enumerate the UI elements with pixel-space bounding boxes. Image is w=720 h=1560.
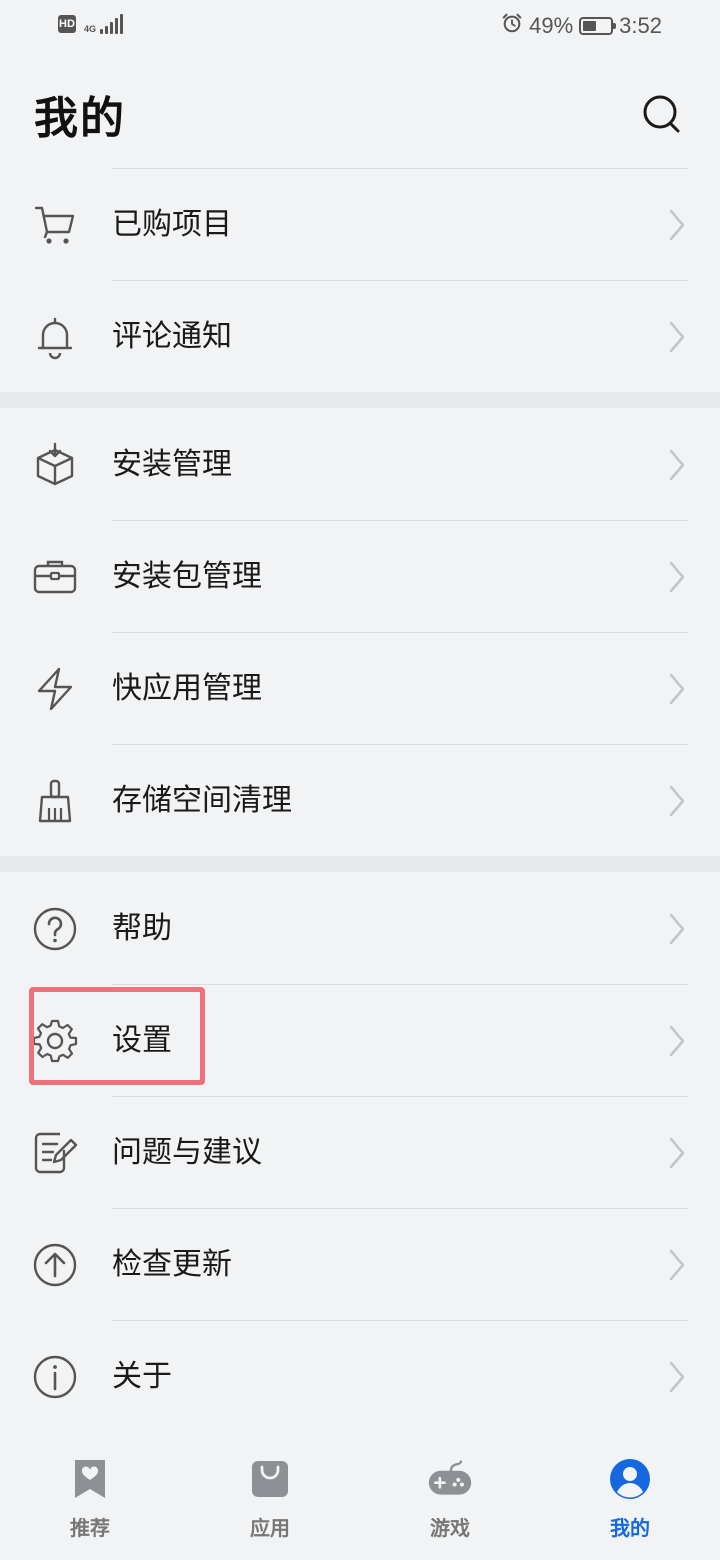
cart-icon <box>32 202 78 248</box>
menu-item-label: 帮助 <box>112 911 172 946</box>
battery-level-fill <box>583 21 597 31</box>
menu-item-label: 存储空间清理 <box>112 783 292 818</box>
menu-item-comment-notice[interactable]: 评论通知 <box>0 280 720 392</box>
shopping-bag-icon <box>247 1456 293 1502</box>
menu-item-about[interactable]: 关于 <box>0 1320 720 1432</box>
signal-indicator: 4G <box>84 14 124 34</box>
briefcase-icon <box>32 554 78 600</box>
divider <box>112 984 688 985</box>
chevron-right-icon <box>669 913 685 945</box>
menu-item-settings[interactable]: 设置 <box>0 984 720 1096</box>
group-separator <box>0 856 720 872</box>
battery-icon <box>579 17 617 35</box>
alarm-icon <box>501 12 523 40</box>
box-download-icon <box>32 442 78 488</box>
gear-icon <box>32 1018 78 1064</box>
divider <box>112 632 688 633</box>
arrow-up-circle-icon <box>32 1242 78 1288</box>
menu-item-purchased[interactable]: 已购项目 <box>0 168 720 280</box>
lightning-icon <box>32 666 78 712</box>
nav-tab-label: 游戏 <box>430 1516 470 1540</box>
page-header: 我的 <box>0 56 720 168</box>
menu-item-package-manage[interactable]: 安装包管理 <box>0 520 720 632</box>
status-bar-right: 49% 3:52 <box>501 12 662 40</box>
divider <box>112 1096 688 1097</box>
divider <box>112 168 688 169</box>
battery-percent: 49% <box>529 13 574 38</box>
menu-item-label: 安装包管理 <box>112 559 262 594</box>
menu-item-quick-app-manage[interactable]: 快应用管理 <box>0 632 720 744</box>
chevron-right-icon <box>669 1137 685 1169</box>
divider <box>112 520 688 521</box>
nav-tab-games[interactable]: 游戏 <box>360 1436 540 1560</box>
status-time: 3:52 <box>619 13 662 38</box>
signal-bar <box>120 14 124 34</box>
divider <box>112 1208 688 1209</box>
menu-item-label: 检查更新 <box>112 1247 232 1282</box>
bottom-nav: 推荐 应用 游戏 我的 <box>0 1436 720 1560</box>
menu-item-feedback[interactable]: 问题与建议 <box>0 1096 720 1208</box>
chevron-right-icon <box>669 1361 685 1393</box>
menu-item-storage-clean[interactable]: 存储空间清理 <box>0 744 720 856</box>
bookmark-heart-icon <box>67 1456 113 1502</box>
nav-tab-label: 推荐 <box>70 1516 110 1540</box>
search-icon <box>643 95 680 133</box>
menu-item-label: 安装管理 <box>112 447 232 482</box>
hd-badge: HD <box>58 15 76 33</box>
bell-icon <box>32 314 78 360</box>
status-bar: HD 4G 49% 3:52 <box>0 0 720 56</box>
menu-item-label: 已购项目 <box>112 207 232 242</box>
signal-bar <box>115 18 119 34</box>
signal-bar <box>110 22 114 34</box>
nav-tab-mine[interactable]: 我的 <box>540 1436 720 1560</box>
question-icon <box>32 906 78 952</box>
divider <box>112 744 688 745</box>
network-type: 4G <box>84 24 97 34</box>
divider <box>112 1320 688 1321</box>
menu-item-label: 设置 <box>112 1023 172 1058</box>
chevron-right-icon <box>669 561 685 593</box>
nav-tab-label: 应用 <box>250 1516 290 1540</box>
menu-list: 已购项目 评论通知 安装管理 安装包管理 快应用管理 存储空间清理 帮助 设置 … <box>0 168 720 1432</box>
page-title: 我的 <box>34 93 126 144</box>
menu-item-label: 问题与建议 <box>112 1135 262 1170</box>
gamepad-icon <box>427 1456 473 1502</box>
chevron-right-icon <box>669 1249 685 1281</box>
info-icon <box>32 1354 78 1400</box>
edit-note-icon <box>32 1130 78 1176</box>
signal-bar <box>105 26 109 34</box>
menu-item-label: 关于 <box>112 1359 172 1394</box>
chevron-right-icon <box>669 209 685 241</box>
chevron-right-icon <box>669 673 685 705</box>
signal-bar <box>100 29 104 34</box>
search-button[interactable] <box>638 90 686 138</box>
chevron-right-icon <box>669 449 685 481</box>
menu-item-label: 评论通知 <box>112 319 232 354</box>
user-avatar-icon <box>607 1456 653 1502</box>
chevron-right-icon <box>669 1025 685 1057</box>
group-separator <box>0 392 720 408</box>
menu-item-label: 快应用管理 <box>112 671 262 706</box>
broom-icon <box>32 778 78 824</box>
nav-tab-label: 我的 <box>610 1516 650 1540</box>
menu-item-install-manage[interactable]: 安装管理 <box>0 408 720 520</box>
divider <box>112 280 688 281</box>
nav-tab-recommend[interactable]: 推荐 <box>0 1436 180 1560</box>
menu-item-check-update[interactable]: 检查更新 <box>0 1208 720 1320</box>
chevron-right-icon <box>669 321 685 353</box>
nav-tab-apps[interactable]: 应用 <box>180 1436 360 1560</box>
status-bar-left: HD 4G <box>58 14 124 34</box>
chevron-right-icon <box>669 785 685 817</box>
menu-item-help[interactable]: 帮助 <box>0 872 720 984</box>
